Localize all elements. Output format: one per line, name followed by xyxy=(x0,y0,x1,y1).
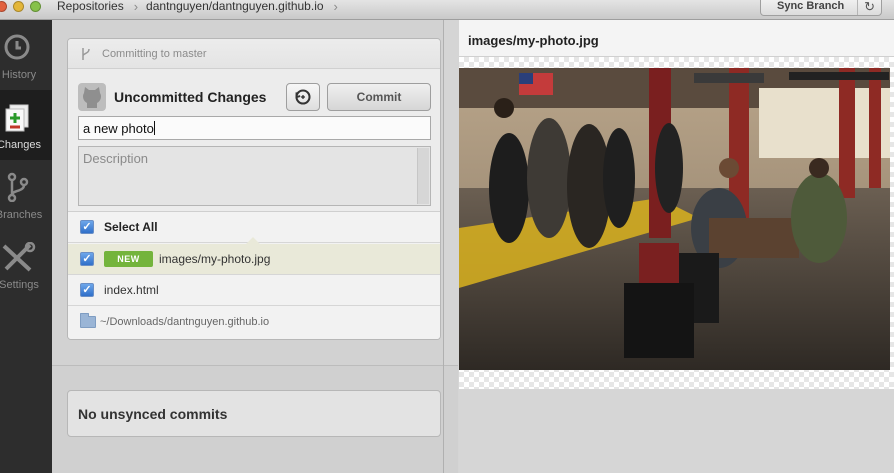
description-placeholder: Description xyxy=(83,151,149,166)
changed-files-list: ✓ Select All ✓ NEW images/my-photo.jpg ✓… xyxy=(68,211,440,339)
window-titlebar: Repositories › dantnguyen/dantnguyen.git… xyxy=(0,0,894,20)
avatar xyxy=(78,83,106,111)
preview-filename: images/my-photo.jpg xyxy=(459,20,894,57)
list-item[interactable]: ✓ index.html xyxy=(68,275,440,306)
commit-panel: Committing to master Uncommitted Changes… xyxy=(67,38,441,340)
clock-icon xyxy=(4,34,30,60)
status-badge: NEW xyxy=(104,251,153,267)
pane-divider[interactable] xyxy=(443,20,444,473)
branch-icon xyxy=(82,48,90,60)
file-name: images/my-photo.jpg xyxy=(159,252,271,266)
file-name: index.html xyxy=(104,283,159,297)
repo-path: ~/Downloads/dantnguyen.github.io xyxy=(100,315,270,328)
sidebar-item-history[interactable]: History xyxy=(0,20,52,90)
window-zoom-button[interactable] xyxy=(30,1,41,12)
uncommitted-changes-title: Uncommitted Changes xyxy=(114,89,267,105)
subway-photo-image xyxy=(459,68,890,370)
discard-changes-button[interactable] xyxy=(286,83,320,111)
commit-button[interactable]: Commit xyxy=(327,83,431,111)
chevron-right-icon: › xyxy=(333,0,338,14)
repo-path-row[interactable]: ~/Downloads/dantnguyen.github.io xyxy=(68,306,440,337)
select-all-label: Select All xyxy=(104,220,158,234)
sidebar-nav: History Changes Branches Settings xyxy=(0,20,52,473)
sidebar-item-label: History xyxy=(1,69,37,81)
commit-description-input[interactable]: Description xyxy=(78,146,431,206)
sync-icon: ↻ xyxy=(857,0,875,15)
unsynced-commits-label: No unsynced commits xyxy=(78,405,228,422)
commit-summary-input[interactable]: a new photo xyxy=(78,116,431,140)
branch-icon xyxy=(7,172,29,202)
description-scrollbar[interactable] xyxy=(417,148,429,204)
sidebar-item-label: Changes xyxy=(0,139,42,151)
commit-panel-header: Committing to master xyxy=(68,39,440,69)
file-checkbox[interactable]: ✓ xyxy=(80,252,94,266)
folder-icon xyxy=(80,312,96,328)
breadcrumb-repositories[interactable]: Repositories xyxy=(57,0,124,13)
sidebar-item-settings[interactable]: Settings xyxy=(0,230,52,300)
preview-lower-area xyxy=(459,389,894,473)
text-cursor xyxy=(153,121,155,135)
discard-icon xyxy=(295,89,311,105)
file-checkbox[interactable]: ✓ xyxy=(80,283,94,297)
breadcrumb: Repositories › dantnguyen/dantnguyen.git… xyxy=(57,0,346,14)
sidebar-item-label: Settings xyxy=(0,279,39,291)
sidebar-item-changes[interactable]: Changes xyxy=(0,90,52,160)
breadcrumb-repo-name[interactable]: dantnguyen/dantnguyen.github.io xyxy=(146,0,324,13)
changes-icon xyxy=(5,104,29,132)
commit-summary-value: a new photo xyxy=(83,121,154,136)
sidebar-item-label: Branches xyxy=(0,209,43,221)
sync-branch-label: Sync Branch xyxy=(777,0,845,12)
sidebar-item-branches[interactable]: Branches xyxy=(0,160,52,230)
select-all-checkbox[interactable]: ✓ xyxy=(80,220,94,234)
list-item[interactable]: ✓ NEW images/my-photo.jpg xyxy=(68,237,440,275)
window-minimize-button[interactable] xyxy=(13,1,24,12)
tools-icon xyxy=(2,242,36,272)
unsynced-commits-panel: No unsynced commits xyxy=(67,390,441,437)
chevron-right-icon: › xyxy=(133,0,139,14)
window-close-button[interactable] xyxy=(0,1,7,12)
octocat-icon xyxy=(83,87,101,108)
photo-preview xyxy=(459,68,890,370)
selection-pointer xyxy=(246,237,260,244)
committing-to-branch-text: Committing to master xyxy=(102,48,207,60)
sync-branch-button[interactable]: Sync Branch ↻ xyxy=(760,0,882,16)
